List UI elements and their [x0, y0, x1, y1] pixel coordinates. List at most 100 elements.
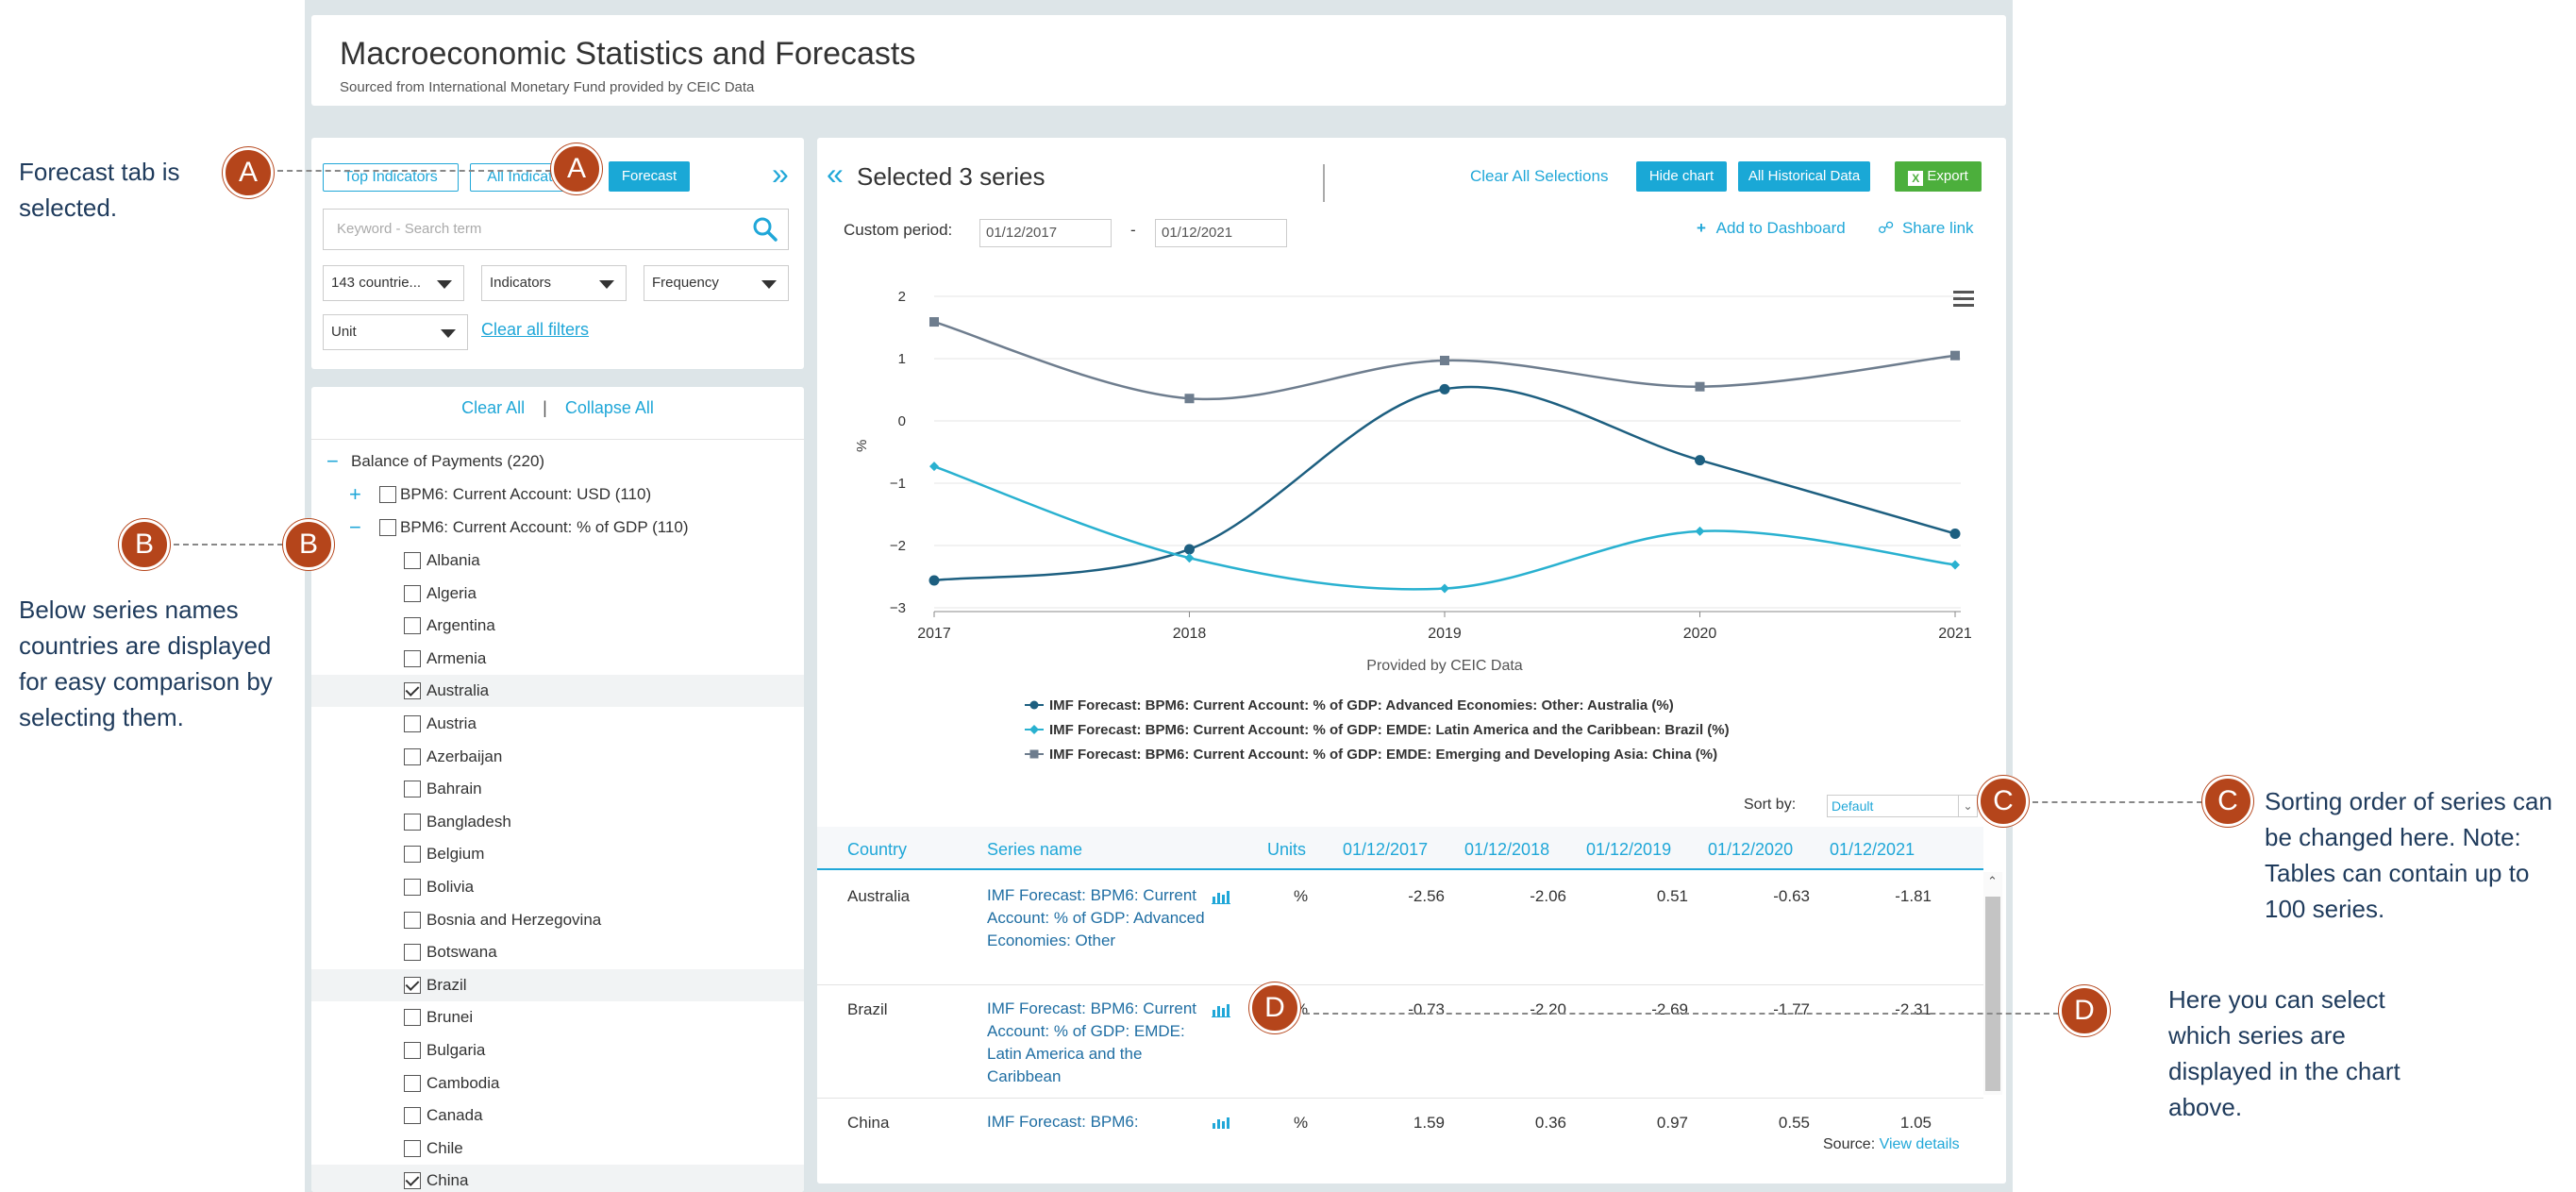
tree-node-toggle[interactable]: −	[349, 512, 361, 544]
country-item[interactable]: Belgium	[311, 838, 804, 870]
country-checkbox[interactable]	[404, 682, 421, 700]
country-item[interactable]: Brunei	[311, 1001, 804, 1033]
cell-series-name[interactable]: IMF Forecast: BPM6: Current Account: % o…	[987, 884, 1213, 952]
country-checkbox[interactable]	[404, 846, 421, 864]
country-item[interactable]: Albania	[311, 545, 804, 577]
country-checkbox[interactable]	[404, 552, 421, 569]
country-item[interactable]: Bulgaria	[311, 1034, 804, 1066]
country-checkbox[interactable]	[404, 944, 421, 962]
export-button[interactable]: X Export	[1895, 161, 1982, 192]
unit-select[interactable]: Unit	[323, 314, 468, 350]
scrollbar-thumb[interactable]	[1985, 897, 2000, 1091]
tree-actions-separator: |	[543, 398, 547, 417]
col-date-2019[interactable]: 01/12/2019	[1586, 840, 1671, 860]
col-country[interactable]: Country	[847, 840, 907, 860]
country-item[interactable]: Argentina	[311, 610, 804, 642]
tree-header-divider	[311, 439, 804, 440]
country-item[interactable]: Armenia	[311, 643, 804, 675]
indicators-select[interactable]: Indicators	[481, 265, 627, 301]
country-checkbox[interactable]	[404, 781, 421, 798]
excel-icon: X	[1908, 171, 1924, 186]
bar-chart-icon[interactable]	[1212, 1002, 1230, 1017]
col-date-2017[interactable]: 01/12/2017	[1343, 840, 1428, 860]
country-item[interactable]: Bangladesh	[311, 806, 804, 838]
legend-label: IMF Forecast: BPM6: Current Account: % o…	[1049, 747, 1717, 763]
clear-all-link[interactable]: Clear All	[461, 398, 525, 417]
table-row[interactable]: Brazil IMF Forecast: BPM6: Current Accoun…	[817, 985, 1983, 1099]
country-checkbox[interactable]	[404, 976, 421, 994]
table-row[interactable]: Australia IMF Forecast: BPM6: Current Acc…	[817, 872, 1983, 985]
clear-filters-link[interactable]: Clear all filters	[481, 320, 589, 340]
tree-node-checkbox[interactable]	[379, 519, 396, 536]
all-historical-data-button[interactable]: All Historical Data	[1738, 161, 1870, 192]
bar-chart-icon[interactable]	[1212, 1116, 1230, 1129]
col-series-name[interactable]: Series name	[987, 840, 1082, 860]
period-from-input[interactable]: 01/12/2017	[979, 219, 1112, 247]
tab-forecast[interactable]: Forecast	[609, 161, 690, 192]
country-checkbox[interactable]	[404, 584, 421, 602]
period-to-input[interactable]: 01/12/2021	[1155, 219, 1287, 247]
search-input[interactable]: Keyword - Search term	[323, 209, 789, 250]
tab-top-indicators[interactable]: Top Indicators	[323, 163, 459, 192]
country-checkbox[interactable]	[404, 1172, 421, 1190]
country-item[interactable]: Austria	[311, 708, 804, 740]
expand-panel-icon[interactable]: »	[772, 157, 789, 192]
country-checkbox[interactable]	[404, 1139, 421, 1157]
country-item[interactable]: Australia	[311, 675, 804, 708]
country-checkbox[interactable]	[404, 617, 421, 635]
country-item[interactable]: Brazil	[311, 968, 804, 1001]
country-item[interactable]: Azerbaijan	[311, 741, 804, 773]
tree-root-balance-of-payments[interactable]: − Balance of Payments (220)	[311, 445, 804, 478]
country-checkbox[interactable]	[404, 1042, 421, 1059]
country-item[interactable]: Bolivia	[311, 871, 804, 903]
country-select[interactable]: 143 countrie...	[323, 265, 464, 301]
cell-series-name[interactable]: IMF Forecast: BPM6:	[987, 1111, 1213, 1129]
country-checkbox[interactable]	[404, 1009, 421, 1027]
tree-node-current-account-gdp[interactable]: − BPM6: Current Account: % of GDP (110)	[311, 512, 804, 544]
country-item[interactable]: Chile	[311, 1133, 804, 1165]
collapse-all-link[interactable]: Collapse All	[565, 398, 654, 417]
country-item[interactable]: Cambodia	[311, 1067, 804, 1100]
tree-node-label: BPM6: Current Account: % of GDP (110)	[400, 518, 689, 536]
bar-chart-icon[interactable]	[1212, 889, 1230, 904]
country-checkbox[interactable]	[404, 911, 421, 929]
scroll-up-icon[interactable]: ⌃	[1987, 874, 1998, 889]
view-details-link[interactable]: View details	[1880, 1136, 1960, 1152]
collapse-panel-icon[interactable]: «	[827, 157, 844, 192]
country-checkbox[interactable]	[404, 649, 421, 667]
country-checkbox[interactable]	[404, 715, 421, 732]
country-checkbox[interactable]	[404, 1107, 421, 1125]
tree-node-checkbox[interactable]	[379, 486, 396, 503]
col-units[interactable]: Units	[1267, 840, 1306, 860]
chart-menu-icon[interactable]	[1953, 291, 1974, 307]
add-to-dashboard-link[interactable]: + Add to Dashboard	[1697, 219, 1846, 238]
cell-series-name[interactable]: IMF Forecast: BPM6: Current Account: % o…	[987, 998, 1213, 1088]
table-scrollbar[interactable]: ⌃	[1983, 872, 2002, 1095]
frequency-select[interactable]: Frequency	[644, 265, 789, 301]
share-link[interactable]: ☍ Share link	[1878, 219, 1974, 238]
country-checkbox[interactable]	[404, 813, 421, 831]
country-item[interactable]: China	[311, 1165, 804, 1192]
tree-root-toggle[interactable]: −	[326, 445, 339, 478]
country-label: Argentina	[427, 616, 495, 635]
country-item[interactable]: Canada	[311, 1100, 804, 1132]
tree-node-toggle[interactable]: +	[349, 478, 361, 511]
country-item[interactable]: Algeria	[311, 578, 804, 610]
country-checkbox[interactable]	[404, 747, 421, 765]
col-date-2020[interactable]: 01/12/2020	[1708, 840, 1793, 860]
hide-chart-button[interactable]: Hide chart	[1636, 161, 1727, 192]
col-date-2021[interactable]: 01/12/2021	[1830, 840, 1915, 860]
table-row[interactable]: China IMF Forecast: BPM6:% 1.59 0.36 0.97 0.5…	[817, 1099, 1983, 1129]
country-checkbox[interactable]	[404, 1074, 421, 1092]
clear-all-selections-link[interactable]: Clear All Selections	[1470, 167, 1608, 186]
country-label: Brunei	[427, 1008, 474, 1027]
country-item[interactable]: Bosnia and Herzegovina	[311, 904, 804, 936]
country-item[interactable]: Botswana	[311, 936, 804, 968]
country-checkbox[interactable]	[404, 879, 421, 896]
sort-select[interactable]: Default ⌄	[1827, 795, 1978, 817]
tree-node-current-account-usd[interactable]: + BPM6: Current Account: USD (110)	[311, 478, 804, 511]
country-label: Azerbaijan	[427, 747, 503, 765]
country-item[interactable]: Bahrain	[311, 773, 804, 805]
col-date-2018[interactable]: 01/12/2018	[1464, 840, 1549, 860]
search-icon[interactable]	[752, 216, 778, 243]
